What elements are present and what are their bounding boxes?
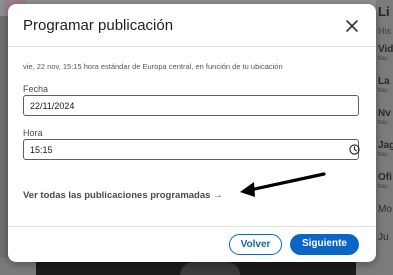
right-panel-item: Jag [378, 140, 393, 151]
dialog-header: Programar publicación [8, 4, 376, 47]
back-button[interactable]: Volver [229, 234, 282, 255]
right-panel-title: Li [378, 4, 390, 19]
right-panel-item: Vid [378, 44, 393, 55]
close-button[interactable] [343, 17, 361, 35]
schedule-summary: vie, 22 nov, 15:15 hora estándar de Euro… [23, 62, 283, 71]
right-panel-item-sub: hac [378, 56, 388, 62]
time-value: 15:15 [30, 145, 53, 155]
date-input[interactable]: 22/11/2024 [23, 95, 359, 116]
view-scheduled-posts-link[interactable]: Ver todas las publicaciones programadas … [23, 190, 223, 201]
dialog-title: Programar publicación [23, 17, 174, 34]
time-label: Hora [23, 128, 43, 138]
background-right-panel: Li His Vid hac La hac Nv hac Jag hac Ofi… [376, 0, 393, 275]
clock-icon[interactable] [349, 144, 360, 155]
close-icon [346, 20, 358, 32]
right-panel-item-sub: hac [378, 152, 388, 158]
right-panel-item-sub: hac [378, 88, 388, 94]
date-value: 22/11/2024 [30, 101, 75, 111]
annotation-arrow-icon [240, 172, 326, 197]
date-label: Fecha [23, 84, 49, 94]
background-post-shape [180, 262, 240, 275]
next-button[interactable]: Siguiente [290, 234, 359, 255]
right-panel-item: Ju [378, 232, 389, 243]
right-panel-item-sub: hac [378, 184, 388, 190]
schedule-post-dialog: Programar publicación vie, 22 nov, 15:15… [8, 4, 376, 262]
right-panel-item: La [378, 76, 390, 87]
right-panel-item: Mo [378, 204, 392, 215]
right-panel-subtitle: His [378, 26, 391, 36]
dialog-footer: Volver Siguiente [8, 226, 376, 262]
time-input[interactable]: 15:15 [23, 139, 360, 160]
right-panel-item-sub: hac [378, 120, 388, 126]
right-panel-item: Ofi [378, 172, 392, 183]
right-panel-item: Nv [378, 108, 391, 119]
